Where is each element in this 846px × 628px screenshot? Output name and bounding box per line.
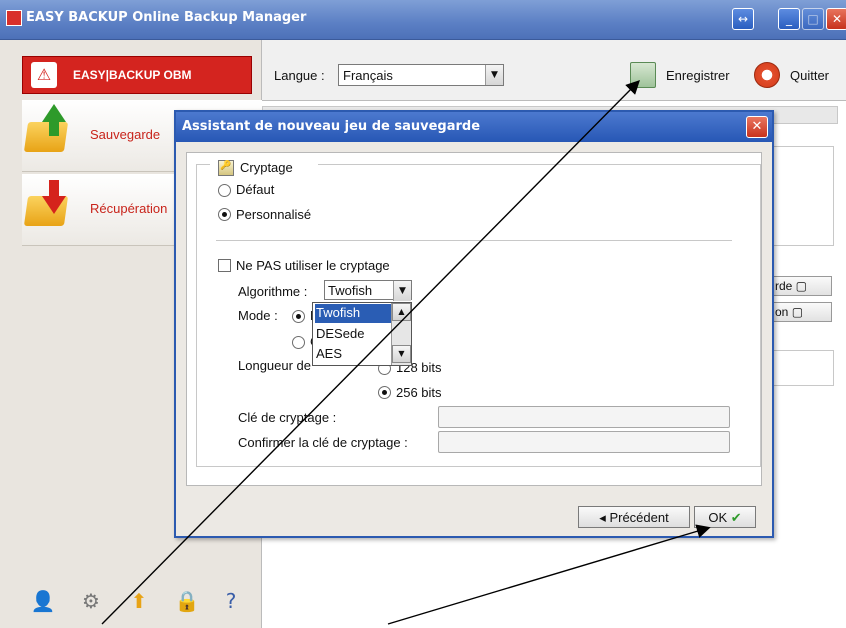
radio-mode-cbc[interactable]: [292, 336, 305, 349]
confirm-key-label: Confirmer la clé de cryptage :: [238, 435, 408, 450]
chevron-down-icon[interactable]: ▼: [485, 65, 503, 85]
chevron-down-icon[interactable]: ▼: [393, 281, 411, 301]
fieldset-border: [196, 164, 197, 466]
radio-default-label: Défaut: [236, 182, 275, 197]
restore-window-icon[interactable]: ↔: [732, 8, 754, 30]
algorithm-option[interactable]: AES: [315, 345, 391, 364]
logo-icon: ⚠: [31, 62, 57, 88]
restore-arrow-stem: [49, 180, 59, 196]
language-select[interactable]: Français ▼: [338, 64, 504, 86]
ok-button-label: OK: [708, 510, 728, 525]
mode-label: Mode :: [238, 308, 278, 323]
close-icon[interactable]: ✕: [746, 116, 768, 138]
key-length-label: Longueur de: [238, 358, 312, 373]
logo-text: EASY|BACKUP OBM: [73, 68, 192, 82]
ok-button[interactable]: OK ✔: [694, 506, 756, 528]
no-encryption-label: Ne PAS utiliser le cryptage: [236, 258, 390, 273]
no-encryption-checkbox[interactable]: [218, 259, 231, 272]
fieldset-border: [196, 164, 210, 165]
backup-icon: [23, 122, 69, 152]
main-lower-box: [770, 350, 834, 386]
restore-arrow-icon: [42, 196, 66, 214]
gear-icon[interactable]: ⚙: [78, 586, 104, 616]
save-button[interactable]: Enregistrer: [666, 68, 730, 83]
back-button-label: Précédent: [609, 510, 669, 525]
key-label: Clé de cryptage :: [238, 410, 337, 425]
radio-key-256[interactable]: [378, 386, 391, 399]
algorithm-dropdown-list: Twofish DESede AES ▲ ▼: [312, 302, 412, 366]
main-info-box: [770, 146, 834, 246]
encryption-key-input[interactable]: [438, 406, 730, 428]
algorithm-select[interactable]: Twofish ▼: [324, 280, 412, 301]
sidebar-item-label: Récupération: [90, 201, 168, 216]
radio-key-256-label: 256 bits: [396, 385, 442, 400]
brand-logo: ⚠ EASY|BACKUP OBM: [22, 56, 252, 94]
encryption-icon: 🔑: [218, 160, 234, 176]
backup-arrow-icon: [42, 104, 66, 122]
lock-icon[interactable]: 🔒: [174, 586, 200, 616]
dialog-title-bar: Assistant de nouveau jeu de sauvegarde ✕: [176, 112, 772, 142]
scroll-up-icon[interactable]: ▲: [392, 303, 411, 321]
help-icon[interactable]: ?: [218, 586, 244, 616]
maximize-button[interactable]: □: [802, 8, 824, 30]
confirm-key-input[interactable]: [438, 431, 730, 453]
radio-mode-ecb[interactable]: [292, 310, 305, 323]
quit-icon[interactable]: [754, 62, 780, 88]
section-title: Cryptage: [240, 160, 293, 175]
sidebar-item-label: Sauvegarde: [90, 127, 161, 142]
scroll-down-icon[interactable]: ▼: [392, 345, 411, 363]
radio-custom[interactable]: [218, 208, 231, 221]
user-icon[interactable]: 👤: [30, 586, 56, 616]
backup-arrow-stem: [49, 120, 59, 136]
radio-custom-label: Personnalisé: [236, 207, 312, 222]
dialog-title: Assistant de nouveau jeu de sauvegarde: [182, 119, 481, 134]
window-title: EASY BACKUP Online Backup Manager: [26, 10, 307, 25]
window-title-bar: EASY BACKUP Online Backup Manager ↔ _ □ …: [0, 0, 846, 40]
main-button-1-label: rde: [775, 279, 793, 293]
fieldset-border: [318, 164, 760, 165]
app-icon: [6, 10, 22, 26]
save-icon[interactable]: [630, 62, 656, 88]
quit-button[interactable]: Quitter: [790, 68, 829, 83]
language-label: Langue :: [274, 68, 325, 83]
algorithm-label: Algorithme :: [238, 284, 308, 299]
fieldset-border: [196, 466, 761, 467]
algorithm-value: Twofish: [328, 283, 373, 298]
algorithm-option[interactable]: Twofish: [315, 304, 391, 323]
close-window-button[interactable]: ✕: [826, 8, 846, 30]
back-arrow-icon: ◂: [599, 510, 610, 525]
fieldset-border: [760, 164, 761, 466]
language-value: Français: [343, 68, 393, 83]
main-button-1[interactable]: rde ▢: [770, 276, 832, 296]
radio-default[interactable]: [218, 184, 231, 197]
minimize-button[interactable]: _: [778, 8, 800, 30]
dropdown-scrollbar[interactable]: ▲ ▼: [391, 303, 411, 365]
algorithm-option[interactable]: DESede: [315, 325, 391, 344]
separator: [216, 240, 732, 241]
main-button-2[interactable]: on ▢: [770, 302, 832, 322]
upload-icon[interactable]: ⬆: [126, 586, 152, 616]
back-button[interactable]: ◂ Précédent: [578, 506, 690, 528]
ok-check-icon: ✔: [727, 510, 742, 525]
main-button-2-label: on: [775, 305, 789, 319]
